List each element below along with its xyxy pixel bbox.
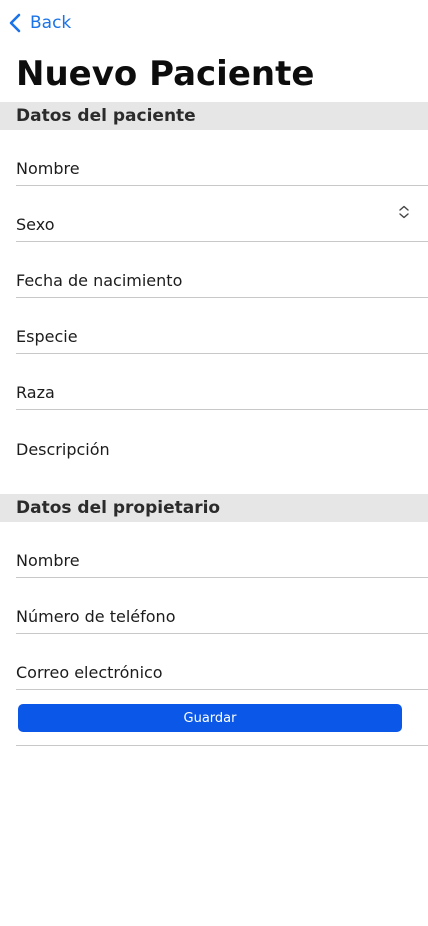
patient-sex-select[interactable]: Sexo <box>16 186 428 242</box>
owner-email-placeholder: Correo electrónico <box>16 663 163 682</box>
patient-species-placeholder: Especie <box>16 327 78 346</box>
patient-description-field[interactable]: Descripción <box>16 410 428 466</box>
nav-bar: Back <box>0 0 428 46</box>
back-label: Back <box>30 13 72 33</box>
patient-name-placeholder: Nombre <box>16 159 80 178</box>
back-button[interactable]: Back <box>8 9 71 37</box>
owner-name-field[interactable]: Nombre <box>16 522 428 578</box>
owner-name-placeholder: Nombre <box>16 551 80 570</box>
patient-species-field[interactable]: Especie <box>16 298 428 354</box>
patient-section-header: Datos del paciente <box>0 102 428 130</box>
save-row: Guardar <box>16 690 428 746</box>
owner-email-field[interactable]: Correo electrónico <box>16 634 428 690</box>
owner-phone-placeholder: Número de teléfono <box>16 607 176 626</box>
patient-breed-field[interactable]: Raza <box>16 354 428 410</box>
patient-description-placeholder: Descripción <box>16 440 110 459</box>
patient-birthdate-placeholder: Fecha de nacimiento <box>16 271 183 290</box>
chevron-up-down-icon <box>399 205 409 219</box>
patient-name-field[interactable]: Nombre <box>16 130 428 186</box>
patient-sex-label: Sexo <box>16 215 55 234</box>
owner-phone-field[interactable]: Número de teléfono <box>16 578 428 634</box>
save-button[interactable]: Guardar <box>18 704 402 732</box>
owner-form: Nombre Número de teléfono Correo electró… <box>0 522 428 746</box>
patient-birthdate-field[interactable]: Fecha de nacimiento <box>16 242 428 298</box>
chevron-left-icon <box>9 13 21 33</box>
owner-section-header: Datos del propietario <box>0 494 428 522</box>
patient-form: Nombre Sexo Fecha de nacimiento Especie … <box>0 130 428 466</box>
page-title: Nuevo Paciente <box>16 54 315 94</box>
patient-breed-placeholder: Raza <box>16 383 55 402</box>
